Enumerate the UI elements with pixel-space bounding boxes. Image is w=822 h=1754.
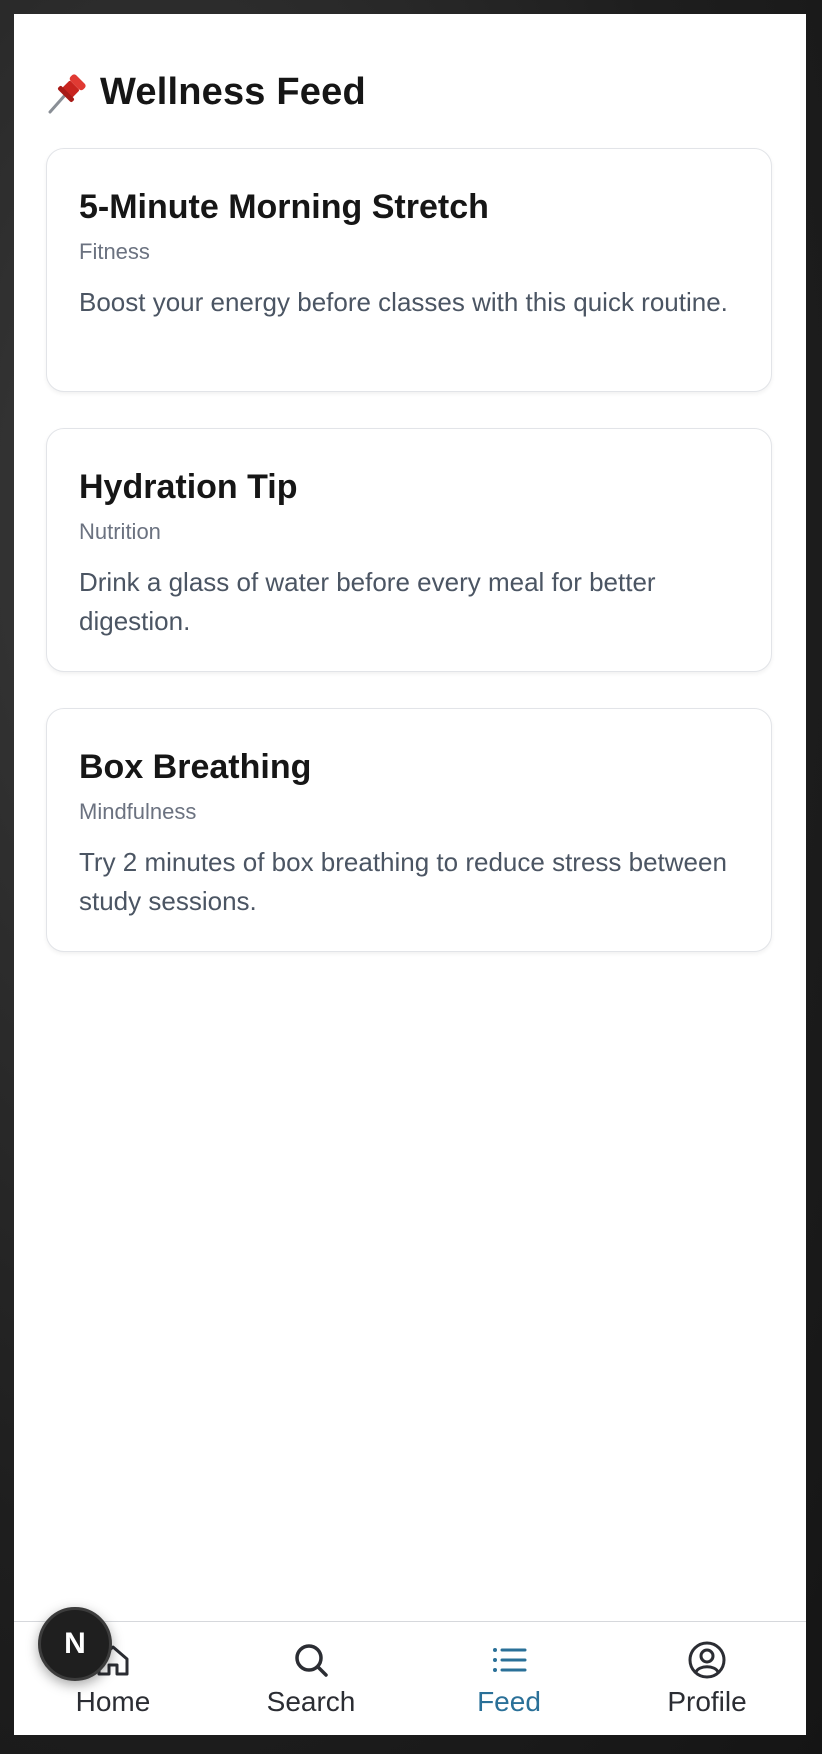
card-category: Nutrition: [79, 519, 161, 544]
app-screen: Wellness Feed 5-Minute Morning Stretch F…: [14, 14, 806, 1735]
search-icon: [295, 1644, 328, 1677]
user-circle-icon: [688, 1641, 726, 1679]
nav-label-profile: Profile: [667, 1686, 747, 1717]
card-title: Hydration Tip: [79, 468, 298, 506]
card-title: Box Breathing: [79, 748, 312, 786]
card-description: Drink a glass of water before every meal…: [79, 567, 656, 636]
card-description: Try 2 minutes of box breathing to reduce…: [79, 847, 727, 916]
n-badge[interactable]: N: [38, 1607, 112, 1681]
page-header: Wellness Feed: [46, 70, 366, 114]
list-icon: [493, 1648, 527, 1672]
feed-card[interactable]: 5-Minute Morning Stretch Fitness Boost y…: [46, 148, 772, 392]
card-description: Boost your energy before classes with th…: [79, 287, 728, 317]
pushpin-icon: [48, 74, 86, 114]
nav-label-feed: Feed: [477, 1686, 541, 1717]
feed-card[interactable]: Hydration Tip Nutrition Drink a glass of…: [46, 428, 772, 672]
page-title: Wellness Feed: [100, 70, 366, 113]
card-title: 5-Minute Morning Stretch: [79, 188, 489, 226]
nav-item-search[interactable]: Search: [212, 1622, 410, 1735]
nav-item-feed[interactable]: Feed: [410, 1622, 608, 1735]
nav-label-home: Home: [75, 1686, 151, 1717]
card-category: Fitness: [79, 239, 150, 264]
nav-item-profile[interactable]: Profile: [608, 1622, 806, 1735]
bottom-nav: Home Search Feed Profile: [14, 1621, 806, 1735]
card-category: Mindfulness: [79, 799, 197, 824]
nav-label-search: Search: [266, 1686, 356, 1717]
feed-card[interactable]: Box Breathing Mindfulness Try 2 minutes …: [46, 708, 772, 952]
